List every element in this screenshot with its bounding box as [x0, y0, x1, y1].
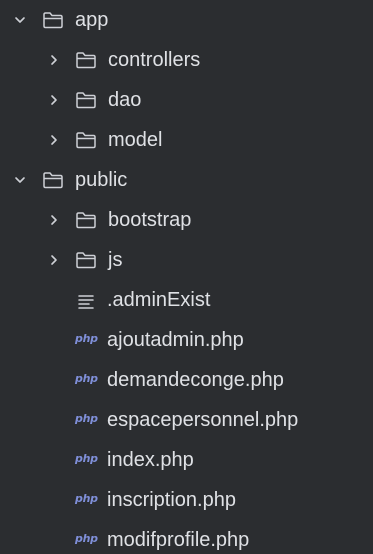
php-file-icon: php: [75, 492, 98, 505]
folder-icon: [42, 171, 64, 189]
chevron-right-icon[interactable]: [44, 50, 64, 70]
text-file-icon: [77, 292, 95, 309]
tree-item-app[interactable]: app: [0, 0, 373, 40]
tree-item-bootstrap[interactable]: bootstrap: [0, 200, 373, 240]
folder-icon: [75, 251, 97, 269]
tree-item-label: inscription.php: [107, 489, 236, 511]
tree-item-controllers[interactable]: controllers: [0, 40, 373, 80]
tree-item-js[interactable]: js: [0, 240, 373, 280]
project-file-tree: app controllers dao model public bootstr…: [0, 0, 373, 554]
tree-item-label: .adminExist: [107, 289, 211, 311]
tree-item-inscription-php[interactable]: php inscription.php: [0, 480, 373, 520]
php-file-icon: php: [75, 412, 98, 425]
tree-item-model[interactable]: model: [0, 120, 373, 160]
tree-item-label: js: [108, 249, 123, 271]
folder-icon: [42, 11, 64, 29]
tree-item-label: espacepersonnel.php: [107, 409, 299, 431]
php-file-icon: php: [75, 532, 98, 545]
folder-icon: [75, 131, 97, 149]
tree-item-label: bootstrap: [108, 209, 192, 231]
chevron-right-icon[interactable]: [44, 90, 64, 110]
chevron-right-icon[interactable]: [44, 130, 64, 150]
php-file-icon: php: [75, 452, 98, 465]
folder-icon: [75, 211, 97, 229]
tree-item-demandeconge-php[interactable]: php demandeconge.php: [0, 360, 373, 400]
chevron-right-icon[interactable]: [44, 250, 64, 270]
tree-item-espacepersonnel-php[interactable]: php espacepersonnel.php: [0, 400, 373, 440]
chevron-right-icon[interactable]: [44, 210, 64, 230]
tree-item-label: demandeconge.php: [107, 369, 284, 391]
folder-icon: [75, 51, 97, 69]
tree-item-label: model: [108, 129, 163, 151]
php-file-icon: php: [75, 332, 98, 345]
tree-item-label: index.php: [107, 449, 194, 471]
tree-item-label: controllers: [108, 49, 201, 71]
chevron-down-icon[interactable]: [10, 10, 30, 30]
chevron-down-icon[interactable]: [10, 170, 30, 190]
tree-item-label: ajoutadmin.php: [107, 329, 244, 351]
tree-item-label: app: [75, 9, 109, 31]
tree-item-dao[interactable]: dao: [0, 80, 373, 120]
php-file-icon: php: [75, 372, 98, 385]
tree-item-label: modifprofile.php: [107, 529, 250, 551]
tree-item-modifprofile-php[interactable]: php modifprofile.php: [0, 520, 373, 554]
folder-icon: [75, 91, 97, 109]
tree-item-index-php[interactable]: php index.php: [0, 440, 373, 480]
tree-item-ajoutadmin-php[interactable]: php ajoutadmin.php: [0, 320, 373, 360]
tree-item-label: public: [75, 169, 128, 191]
tree-item-public[interactable]: public: [0, 160, 373, 200]
tree-item-adminexist[interactable]: .adminExist: [0, 280, 373, 320]
tree-item-label: dao: [108, 89, 142, 111]
